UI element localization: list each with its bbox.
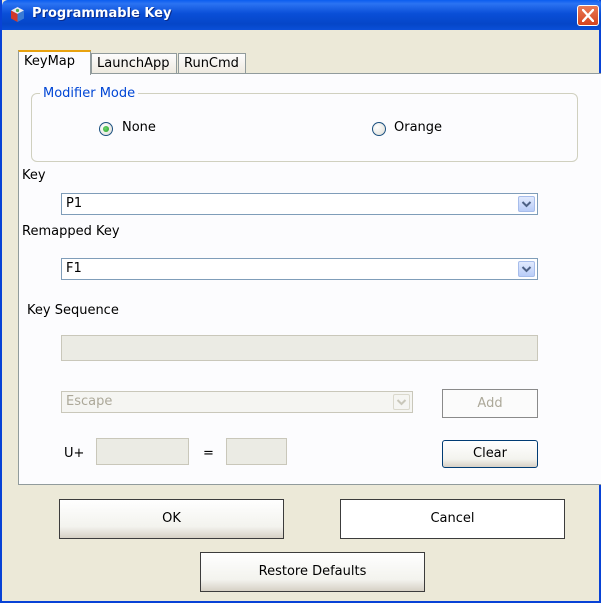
radio-orange[interactable] [372, 122, 386, 136]
tab-keymap[interactable]: KeyMap [18, 50, 91, 75]
key-sequence-field [61, 335, 538, 361]
key-sequence-label: Key Sequence [27, 303, 119, 318]
ok-button-label: OK [162, 511, 181, 526]
key-label: Key [22, 168, 46, 183]
clear-button-label: Clear [473, 446, 507, 461]
radio-none-label[interactable]: None [122, 120, 156, 135]
radio-none[interactable] [99, 122, 113, 136]
chevron-down-icon[interactable] [518, 261, 535, 277]
equals-label: = [203, 446, 214, 461]
app-cube-icon [11, 7, 24, 22]
modifier-mode-group [31, 93, 578, 162]
cancel-button[interactable]: Cancel [340, 499, 565, 539]
sequence-key-select: Escape [61, 391, 413, 413]
unicode-code-field [96, 438, 189, 465]
programmable-key-window: Programmable Key KeyMap LaunchApp RunCmd… [0, 0, 601, 603]
key-select[interactable]: P1 [61, 193, 538, 215]
add-button-label: Add [477, 396, 503, 411]
close-button[interactable] [577, 5, 599, 26]
unicode-prefix-label: U+ [64, 446, 85, 461]
restore-defaults-button-label: Restore Defaults [258, 564, 367, 579]
add-button: Add [442, 389, 538, 418]
chevron-down-icon [393, 394, 410, 410]
restore-defaults-button[interactable]: Restore Defaults [200, 552, 425, 592]
clear-button[interactable]: Clear [442, 440, 538, 468]
radio-selected-dot [103, 126, 109, 132]
ok-button[interactable]: OK [59, 499, 284, 539]
tab-runcmd-label: RunCmd [184, 56, 239, 71]
modifier-mode-legend: Modifier Mode [40, 86, 139, 101]
title-bar[interactable]: Programmable Key [2, 0, 601, 30]
tab-launchapp[interactable]: LaunchApp [91, 53, 177, 73]
remapped-key-select-value: F1 [66, 261, 82, 276]
window-title: Programmable Key [32, 6, 172, 21]
unicode-char-field [226, 438, 287, 465]
sequence-key-select-value: Escape [66, 394, 113, 409]
remapped-key-select[interactable]: F1 [61, 258, 538, 280]
chevron-down-icon[interactable] [518, 196, 535, 212]
tab-launchapp-label: LaunchApp [97, 56, 170, 71]
tab-runcmd[interactable]: RunCmd [178, 53, 246, 73]
radio-orange-label[interactable]: Orange [394, 120, 442, 135]
key-select-value: P1 [66, 196, 83, 211]
close-icon [582, 9, 594, 22]
cancel-button-label: Cancel [430, 511, 475, 526]
remapped-key-label: Remapped Key [22, 224, 120, 239]
tab-keymap-label: KeyMap [24, 54, 76, 69]
